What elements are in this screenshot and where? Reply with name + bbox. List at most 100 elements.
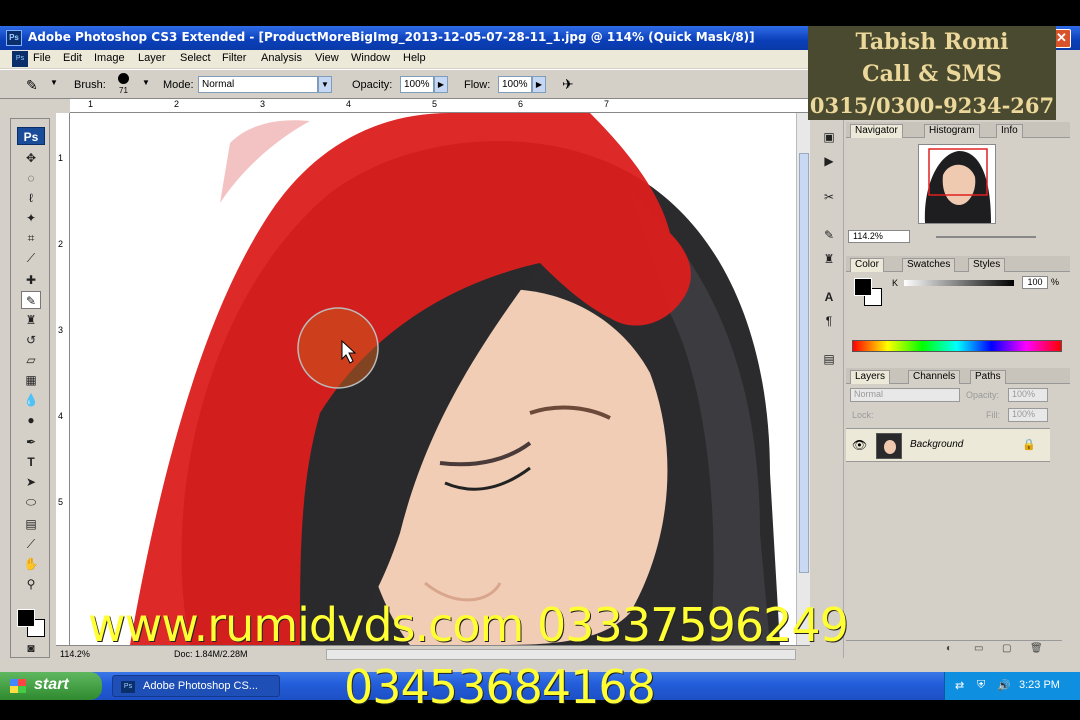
menu-edit[interactable]: Edit [63,52,82,64]
dodge-icon[interactable]: ● [21,411,41,429]
menu-filter[interactable]: Filter [222,52,246,64]
quick-mask-icon[interactable]: ◙ [21,639,41,657]
k-value-input[interactable]: 100 [1022,276,1048,289]
fill-input[interactable]: 100% [1008,408,1048,422]
layer-opacity-input[interactable]: 100% [1008,388,1048,402]
color-spectrum-ramp[interactable] [852,340,1062,352]
stamp-icon[interactable]: ♜ [21,311,41,329]
volume-icon[interactable]: 🔊 [997,679,1011,692]
brush-tool-icon[interactable]: ✎ [21,291,41,309]
move-icon[interactable]: ✥ [21,149,41,167]
tab-histogram[interactable]: Histogram [924,124,980,138]
tab-swatches[interactable]: Swatches [902,258,956,272]
tab-info[interactable]: Info [996,124,1023,138]
navigator-zoom-input[interactable]: 114.2% [848,230,910,243]
adjustment-layer-icon[interactable]: ◐ [946,643,952,654]
chevron-down-icon[interactable]: ▼ [50,78,58,87]
path-select-icon[interactable]: ➤ [21,473,41,491]
tab-layers[interactable]: Layers [850,370,891,384]
blend-mode-select[interactable]: Normal [850,388,960,402]
type-icon[interactable]: T [21,453,41,471]
k-unit: % [1051,277,1060,287]
new-layer-icon[interactable]: ▢ [1002,643,1011,654]
brushes-panel-icon[interactable]: ✎ [819,226,839,244]
document-canvas[interactable] [70,113,796,645]
tab-color[interactable]: Color [850,258,884,272]
menu-select[interactable]: Select [180,52,211,64]
layer-opacity-label: Opacity: [966,390,1000,400]
zoom-icon[interactable]: ⚲ [21,575,41,593]
actions-panel-icon[interactable]: ▶ [819,152,839,170]
vertical-ruler: 1 2 3 4 5 [56,113,70,645]
zoom-level[interactable]: 114.2% [60,649,90,659]
trash-icon[interactable]: 🗑 [1030,643,1043,654]
fill-label: Fill: [986,410,1000,420]
flow-input[interactable]: 100% [498,76,532,93]
notes-icon[interactable]: ▤ [21,515,41,533]
app-menu-icon[interactable]: Ps [12,51,28,67]
watermark-block: Tabish Romi Call & SMS 0315/0300-9234-26… [808,26,1056,120]
tab-styles[interactable]: Styles [968,258,1006,272]
layer-comps-icon[interactable]: ▤ [819,350,839,368]
hand-icon[interactable]: ✋ [21,555,41,573]
mode-select[interactable]: Normal [198,76,318,93]
security-icon[interactable]: ⛨ [977,679,985,692]
tab-paths[interactable]: Paths [970,370,1006,384]
eyedropper2-icon[interactable]: ⟋ [21,535,41,553]
opacity-input[interactable]: 100% [400,76,434,93]
taskbar-item-photoshop[interactable]: Ps Adobe Photoshop CS... [112,675,280,697]
opacity-label: Opacity: [352,79,393,91]
flow-arrow-icon[interactable]: ▶ [532,76,546,93]
mode-chevron-icon[interactable]: ▼ [318,76,332,93]
brush-picker-chevron-icon[interactable]: ▼ [142,78,150,87]
color-foreground-swatch[interactable] [854,278,872,296]
navigator-thumbnail[interactable] [918,144,996,224]
screen: Ps Adobe Photoshop CS3 Extended - [Produ… [0,0,1080,720]
menu-analysis[interactable]: Analysis [261,52,302,64]
clone-source-icon[interactable]: ♜ [819,250,839,268]
menu-image[interactable]: Image [94,52,125,64]
layer-row-background[interactable]: 👁 Background 🔒 [846,428,1050,462]
ruler-tick: 2 [174,99,180,109]
menu-view[interactable]: View [315,52,339,64]
app-icon: Ps [6,30,22,46]
menu-file[interactable]: File [33,52,51,64]
new-group-icon[interactable]: ▭ [974,643,983,654]
brush-preview-icon[interactable] [118,73,129,84]
opacity-arrow-icon[interactable]: ▶ [434,76,448,93]
foreground-color-swatch[interactable] [17,609,35,627]
start-button[interactable]: start [0,672,102,700]
scrollbar-thumb[interactable] [799,153,809,573]
eye-icon[interactable]: 👁 [852,438,867,452]
brush-label: Brush: [74,79,106,91]
magic-wand-icon[interactable]: ✦ [21,209,41,227]
history-brush-icon[interactable]: ↺ [21,331,41,349]
taskbar-item-label: Adobe Photoshop CS... [143,680,258,692]
blur-icon[interactable]: 💧 [21,391,41,409]
eyedropper-icon[interactable]: ⟋ [21,249,41,267]
tool-presets-icon[interactable]: ✂ [819,188,839,206]
menu-window[interactable]: Window [351,52,390,64]
menu-help[interactable]: Help [403,52,426,64]
eraser-icon[interactable]: ▱ [21,351,41,369]
lasso-icon[interactable]: ℓ [21,189,41,207]
shape-icon[interactable]: ⬭ [21,493,41,511]
tab-navigator[interactable]: Navigator [850,124,903,138]
brush-icon[interactable]: ✎ [26,77,38,94]
character-panel-icon[interactable]: A [819,288,839,306]
heal-icon[interactable]: ✚ [21,271,41,289]
network-icon[interactable]: ⇄ [955,679,964,692]
gradient-icon[interactable]: ▦ [21,371,41,389]
pen-icon[interactable]: ✒ [21,433,41,451]
vertical-scrollbar[interactable] [796,113,810,645]
menu-layer[interactable]: Layer [138,52,166,64]
marquee-icon[interactable]: ◌ [21,169,41,187]
crop-icon[interactable]: ⌗ [21,229,41,247]
k-slider[interactable] [904,280,1014,286]
history-panel-icon[interactable]: ▣ [819,128,839,146]
paragraph-panel-icon[interactable]: ¶ [819,312,839,330]
airbrush-icon[interactable]: ✈ [562,76,574,93]
layer-name[interactable]: Background [910,439,963,450]
navigator-zoom-slider[interactable] [936,236,1036,238]
tab-channels[interactable]: Channels [908,370,961,384]
